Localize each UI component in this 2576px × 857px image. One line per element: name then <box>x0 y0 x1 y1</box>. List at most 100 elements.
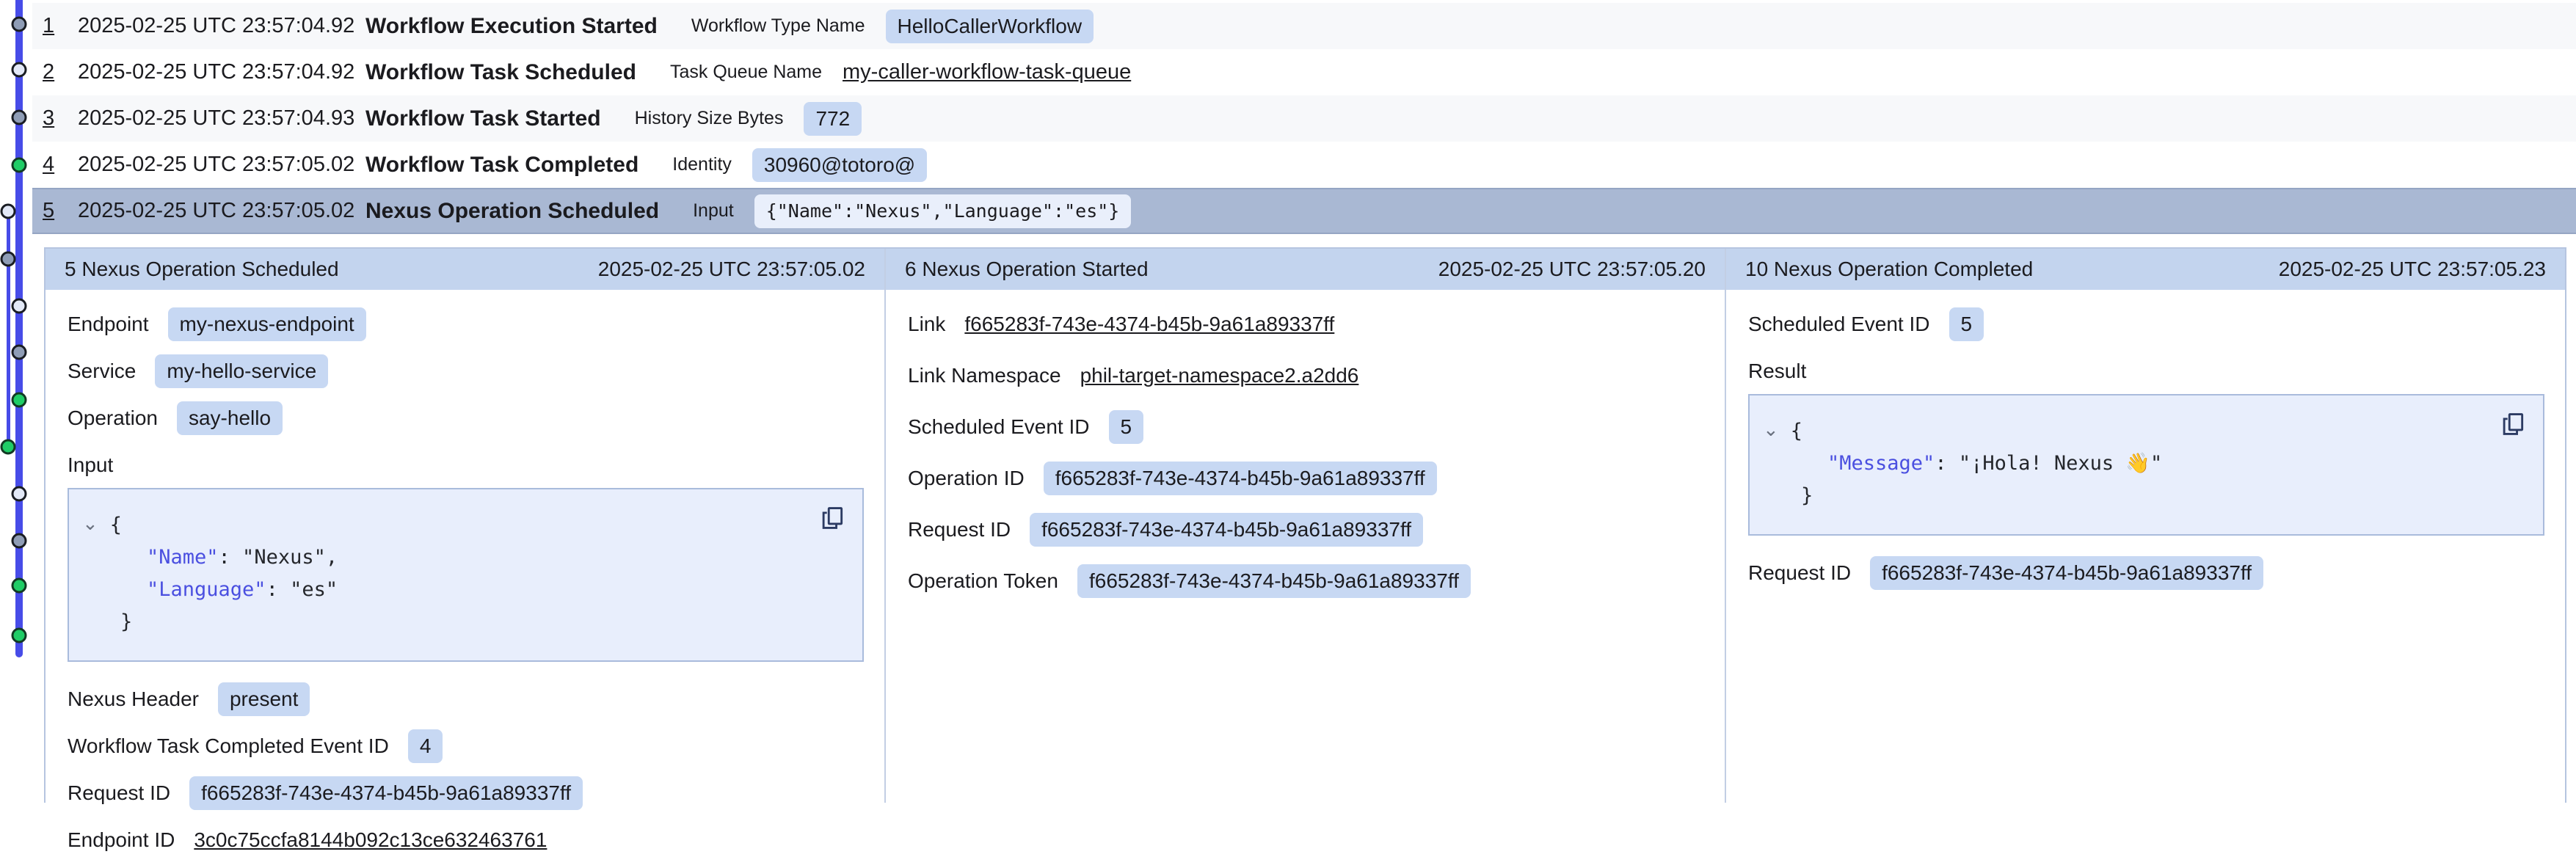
event-row[interactable]: 1 2025-02-25 UTC 23:57:04.92 Workflow Ex… <box>32 3 2576 49</box>
event-row[interactable]: 2 2025-02-25 UTC 23:57:04.92 Workflow Ta… <box>32 49 2576 95</box>
field-value-badge: 5 <box>1949 307 1984 341</box>
field-value-badge: my-hello-service <box>155 354 328 388</box>
timeline <box>0 0 34 803</box>
event-row[interactable]: 3 2025-02-25 UTC 23:57:04.93 Workflow Ta… <box>32 95 2576 142</box>
json-key: "Name" <box>147 546 219 569</box>
timeline-dot <box>12 110 27 125</box>
copy-button[interactable] <box>2499 410 2527 438</box>
field-label: Endpoint <box>68 313 149 336</box>
field-label: Input <box>68 453 113 477</box>
field-label: Operation <box>68 406 158 430</box>
event-name: Workflow Task Scheduled <box>365 60 636 85</box>
event-name: Nexus Operation Scheduled <box>365 199 659 224</box>
event-number-link[interactable]: 2 <box>43 60 78 84</box>
event-detail-label: History Size Bytes <box>635 108 784 129</box>
field-label: Request ID <box>908 518 1011 541</box>
event-detail-value-badge: HelloCallerWorkflow <box>886 10 1094 43</box>
timeline-dot <box>12 486 27 502</box>
event-name: Workflow Execution Started <box>365 14 658 39</box>
panel-header: 5 Nexus Operation Scheduled 2025-02-25 U… <box>46 249 884 290</box>
timeline-branch-line <box>7 211 10 448</box>
timeline-dot <box>1 440 16 455</box>
field-value-badge: my-nexus-endpoint <box>168 307 366 341</box>
timeline-dot <box>1 252 16 267</box>
event-history-view: 1 2025-02-25 UTC 23:57:04.92 Workflow Ex… <box>0 0 2576 803</box>
collapse-chevron-icon[interactable]: ⌄ <box>82 507 98 539</box>
field-value-badge: f665283f-743e-4374-b45b-9a61a89337ff <box>1044 462 1437 495</box>
timeline-dot <box>12 345 27 360</box>
copy-icon <box>818 504 846 532</box>
panel-header: 6 Nexus Operation Started 2025-02-25 UTC… <box>886 249 1725 290</box>
panel-nexus-operation-completed: 10 Nexus Operation Completed 2025-02-25 … <box>1725 249 2565 803</box>
field-label: Operation Token <box>908 569 1058 593</box>
copy-icon <box>2499 410 2527 438</box>
event-number-link[interactable]: 4 <box>43 153 78 177</box>
field-label: Result <box>1748 360 1806 383</box>
event-detail-value-link[interactable]: my-caller-workflow-task-queue <box>843 60 1131 84</box>
field-value-badge: f665283f-743e-4374-b45b-9a61a89337ff <box>1030 513 1423 547</box>
field-value-link[interactable]: f665283f-743e-4374-b45b-9a61a89337ff <box>964 313 1334 336</box>
panel-header: 10 Nexus Operation Completed 2025-02-25 … <box>1726 249 2565 290</box>
field-value-badge: present <box>218 682 310 716</box>
event-name: Workflow Task Completed <box>365 153 638 178</box>
timeline-dot <box>12 158 27 173</box>
event-timestamp: 2025-02-25 UTC 23:57:04.92 <box>78 60 365 84</box>
field-label: Operation ID <box>908 467 1025 490</box>
event-history-table: 1 2025-02-25 UTC 23:57:04.92 Workflow Ex… <box>32 3 2576 234</box>
field-label: Request ID <box>68 781 170 805</box>
collapse-chevron-icon[interactable]: ⌄ <box>1763 413 1779 445</box>
field-value-badge: say-hello <box>177 401 283 435</box>
field-value-link[interactable]: phil-target-namespace2.a2dd6 <box>1080 364 1359 387</box>
event-detail-value-badge: 30960@totoro@ <box>752 148 927 182</box>
event-number-link[interactable]: 1 <box>43 14 78 38</box>
event-row[interactable]: 4 2025-02-25 UTC 23:57:05.02 Workflow Ta… <box>32 142 2576 188</box>
field-label: Endpoint ID <box>68 828 175 852</box>
timeline-dot <box>12 578 27 594</box>
field-label: Link Namespace <box>908 364 1061 387</box>
event-timestamp: 2025-02-25 UTC 23:57:05.02 <box>78 199 365 223</box>
json-close-brace: } <box>120 610 132 633</box>
timeline-dot <box>12 299 27 314</box>
field-value-link[interactable]: 3c0c75ccfa8144b092c13ce632463761 <box>194 828 547 852</box>
event-number-link[interactable]: 3 <box>43 106 78 131</box>
json-open-brace: { <box>1791 420 1802 442</box>
panel-nexus-operation-started: 6 Nexus Operation Started 2025-02-25 UTC… <box>884 249 1725 803</box>
field-value-badge: 4 <box>408 729 443 763</box>
event-detail-panels: 5 Nexus Operation Scheduled 2025-02-25 U… <box>44 247 2566 803</box>
json-close-brace: } <box>1801 484 1813 507</box>
json-value: : "Nexus", <box>219 546 338 569</box>
panel-timestamp: 2025-02-25 UTC 23:57:05.23 <box>2279 258 2546 281</box>
panel-title: 5 Nexus Operation Scheduled <box>65 258 339 281</box>
field-label: Link <box>908 313 945 336</box>
panel-title: 10 Nexus Operation Completed <box>1745 258 2033 281</box>
event-detail-label: Identity <box>672 154 732 175</box>
event-timestamp: 2025-02-25 UTC 23:57:04.93 <box>78 106 365 131</box>
event-detail-label: Task Queue Name <box>670 62 822 83</box>
event-number-link[interactable]: 5 <box>43 199 78 223</box>
timeline-dot <box>12 393 27 408</box>
copy-button[interactable] <box>818 504 846 532</box>
field-value-badge: f665283f-743e-4374-b45b-9a61a89337ff <box>1077 564 1471 598</box>
json-value: : "¡Hola! Nexus 👋" <box>1935 452 2162 475</box>
panel-title: 6 Nexus Operation Started <box>905 258 1149 281</box>
field-value-badge: 5 <box>1109 410 1144 444</box>
field-label: Scheduled Event ID <box>908 415 1090 439</box>
event-name: Workflow Task Started <box>365 106 601 131</box>
json-value: : "es" <box>266 578 338 601</box>
timeline-dot <box>12 17 27 32</box>
panel-timestamp: 2025-02-25 UTC 23:57:05.20 <box>1438 258 1706 281</box>
json-viewer: ⌄{ "Message": "¡Hola! Nexus 👋" } <box>1748 394 2544 536</box>
event-row-selected[interactable]: 5 2025-02-25 UTC 23:57:05.02 Nexus Opera… <box>32 188 2576 234</box>
timeline-dot <box>1 204 16 219</box>
json-key: "Language" <box>147 578 266 601</box>
event-detail-label: Workflow Type Name <box>691 15 865 37</box>
json-viewer: ⌄{ "Name": "Nexus", "Language": "es" } <box>68 488 864 662</box>
timeline-dot <box>12 628 27 643</box>
event-detail-label: Input <box>693 200 734 222</box>
field-label: Workflow Task Completed Event ID <box>68 734 389 758</box>
panel-timestamp: 2025-02-25 UTC 23:57:05.02 <box>598 258 865 281</box>
timeline-dot <box>12 533 27 549</box>
field-value-badge: f665283f-743e-4374-b45b-9a61a89337ff <box>1870 556 2263 590</box>
timeline-main-line <box>15 0 23 657</box>
field-label: Scheduled Event ID <box>1748 313 1930 336</box>
